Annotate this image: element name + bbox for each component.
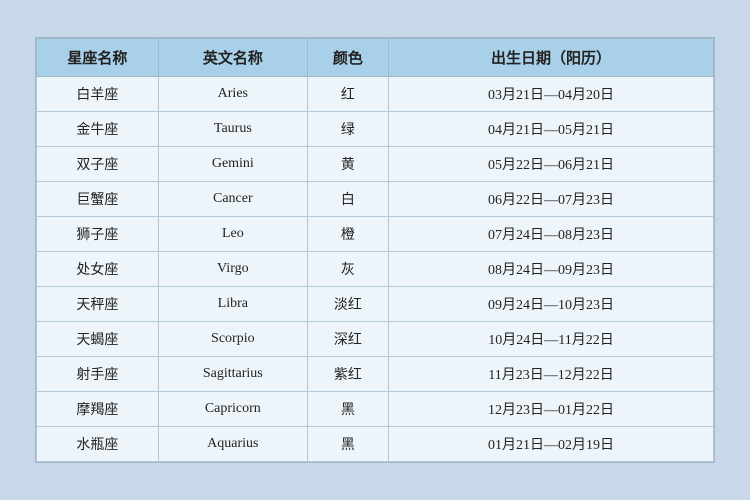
cell-color: 黄 [307,147,388,182]
cell-date: 08月24日—09月23日 [389,252,714,287]
cell-english: Libra [158,287,307,322]
cell-color: 白 [307,182,388,217]
cell-english: Virgo [158,252,307,287]
cell-chinese: 射手座 [37,357,159,392]
cell-color: 黑 [307,392,388,427]
cell-chinese: 水瓶座 [37,427,159,462]
cell-english: Cancer [158,182,307,217]
table-row: 双子座Gemini黄05月22日—06月21日 [37,147,714,182]
cell-chinese: 狮子座 [37,217,159,252]
cell-color: 绿 [307,112,388,147]
cell-date: 09月24日—10月23日 [389,287,714,322]
header-date: 出生日期（阳历） [389,39,714,77]
cell-english: Sagittarius [158,357,307,392]
header-english: 英文名称 [158,39,307,77]
cell-date: 10月24日—11月22日 [389,322,714,357]
cell-chinese: 双子座 [37,147,159,182]
cell-chinese: 天秤座 [37,287,159,322]
cell-chinese: 巨蟹座 [37,182,159,217]
cell-chinese: 天蝎座 [37,322,159,357]
table-row: 天蝎座Scorpio深红10月24日—11月22日 [37,322,714,357]
table-row: 射手座Sagittarius紫红11月23日—12月22日 [37,357,714,392]
cell-chinese: 处女座 [37,252,159,287]
cell-color: 灰 [307,252,388,287]
cell-date: 01月21日—02月19日 [389,427,714,462]
cell-date: 07月24日—08月23日 [389,217,714,252]
cell-chinese: 白羊座 [37,77,159,112]
table-row: 白羊座Aries红03月21日—04月20日 [37,77,714,112]
cell-english: Taurus [158,112,307,147]
cell-color: 黑 [307,427,388,462]
cell-english: Aquarius [158,427,307,462]
table-header-row: 星座名称 英文名称 颜色 出生日期（阳历） [37,39,714,77]
cell-chinese: 摩羯座 [37,392,159,427]
cell-date: 05月22日—06月21日 [389,147,714,182]
cell-color: 紫红 [307,357,388,392]
table-row: 水瓶座Aquarius黑01月21日—02月19日 [37,427,714,462]
cell-color: 淡红 [307,287,388,322]
cell-chinese: 金牛座 [37,112,159,147]
table-row: 摩羯座Capricorn黑12月23日—01月22日 [37,392,714,427]
table-row: 狮子座Leo橙07月24日—08月23日 [37,217,714,252]
cell-english: Scorpio [158,322,307,357]
table-row: 金牛座Taurus绿04月21日—05月21日 [37,112,714,147]
cell-date: 12月23日—01月22日 [389,392,714,427]
cell-date: 04月21日—05月21日 [389,112,714,147]
cell-color: 橙 [307,217,388,252]
cell-color: 深红 [307,322,388,357]
cell-date: 03月21日—04月20日 [389,77,714,112]
cell-date: 06月22日—07月23日 [389,182,714,217]
header-chinese: 星座名称 [37,39,159,77]
cell-english: Capricorn [158,392,307,427]
zodiac-table-container: 星座名称 英文名称 颜色 出生日期（阳历） 白羊座Aries红03月21日—04… [35,37,715,463]
header-color: 颜色 [307,39,388,77]
table-row: 处女座Virgo灰08月24日—09月23日 [37,252,714,287]
cell-date: 11月23日—12月22日 [389,357,714,392]
cell-english: Gemini [158,147,307,182]
cell-english: Aries [158,77,307,112]
zodiac-table: 星座名称 英文名称 颜色 出生日期（阳历） 白羊座Aries红03月21日—04… [36,38,714,462]
table-row: 天秤座Libra淡红09月24日—10月23日 [37,287,714,322]
cell-color: 红 [307,77,388,112]
table-row: 巨蟹座Cancer白06月22日—07月23日 [37,182,714,217]
cell-english: Leo [158,217,307,252]
